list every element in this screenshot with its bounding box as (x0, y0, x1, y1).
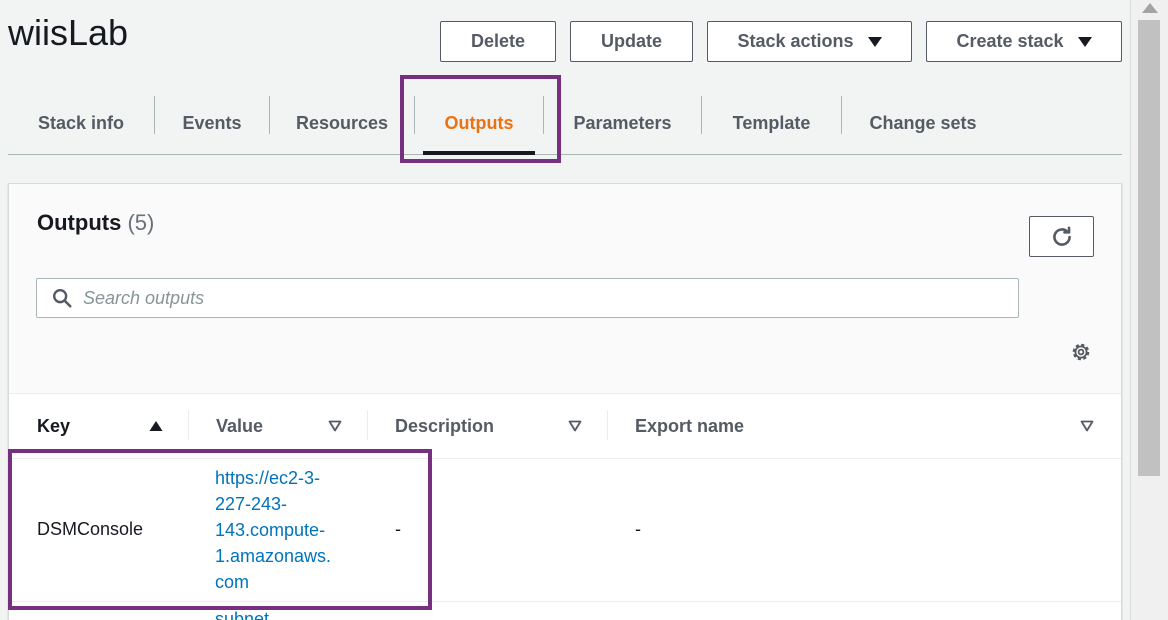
refresh-button[interactable] (1029, 216, 1094, 257)
caret-down-icon (1077, 36, 1092, 47)
scrollbar-thumb[interactable] (1138, 20, 1160, 476)
outputs-count: (5) (127, 210, 155, 235)
scroll-up-arrow-icon[interactable] (1142, 3, 1158, 13)
tab-label: Resources (295, 112, 389, 133)
create-stack-button[interactable]: Create stack (926, 21, 1122, 62)
sort-ascending-icon[interactable] (148, 418, 164, 434)
tab-label: Events (182, 112, 242, 133)
tab-template[interactable]: Template (702, 92, 841, 154)
tab-label: Stack info (37, 112, 125, 133)
column-divider (607, 410, 608, 440)
tab-parameters[interactable]: Parameters (544, 92, 701, 154)
outputs-heading: Outputs (5) (37, 210, 154, 236)
column-header-label: Value (216, 415, 264, 436)
tab-stack-info[interactable]: Stack info (8, 92, 154, 154)
tab-events[interactable]: Events (155, 92, 269, 154)
create-stack-label: Create stack (956, 31, 1064, 51)
outputs-panel-header: Outputs (5) (9, 184, 1121, 394)
delete-button-label: Delete (470, 31, 526, 51)
caret-down-icon (867, 36, 882, 47)
column-header-label: Export name (635, 415, 745, 436)
stack-title: wiisLab (8, 12, 129, 53)
column-header-label: Description (395, 415, 495, 436)
search-input[interactable] (83, 287, 983, 309)
tab-change-sets[interactable]: Change sets (842, 92, 1004, 154)
tab-label: Change sets (869, 112, 977, 133)
refresh-icon (1052, 225, 1071, 246)
delete-button[interactable]: Delete (440, 21, 556, 62)
sort-descending-icon[interactable] (567, 418, 583, 434)
column-divider (367, 410, 368, 440)
search-icon (53, 289, 72, 308)
column-header-label: Key (37, 415, 71, 436)
column-header-export-name[interactable]: Export name (635, 394, 744, 458)
tab-resources[interactable]: Resources (270, 92, 414, 154)
stack-actions-button[interactable]: Stack actions (707, 21, 912, 62)
gear-icon[interactable] (1069, 340, 1093, 364)
output-export-name: - (635, 519, 641, 539)
scrollbar[interactable] (1130, 0, 1168, 620)
stack-actions-label: Stack actions (737, 31, 854, 51)
column-divider (188, 410, 189, 440)
update-button-label: Update (600, 31, 662, 51)
sort-descending-icon[interactable] (1079, 418, 1095, 434)
row-highlight-box (8, 449, 432, 610)
sort-descending-icon[interactable] (327, 418, 343, 434)
search-box (36, 278, 1019, 318)
tab-highlight-box (400, 75, 561, 163)
tab-label: Parameters (573, 112, 672, 133)
tab-label: Template (732, 112, 811, 133)
stack-tabs: Stack info Events Resources Outputs Para… (8, 92, 1122, 155)
update-button[interactable]: Update (570, 21, 693, 62)
outputs-title: Outputs (37, 210, 122, 235)
